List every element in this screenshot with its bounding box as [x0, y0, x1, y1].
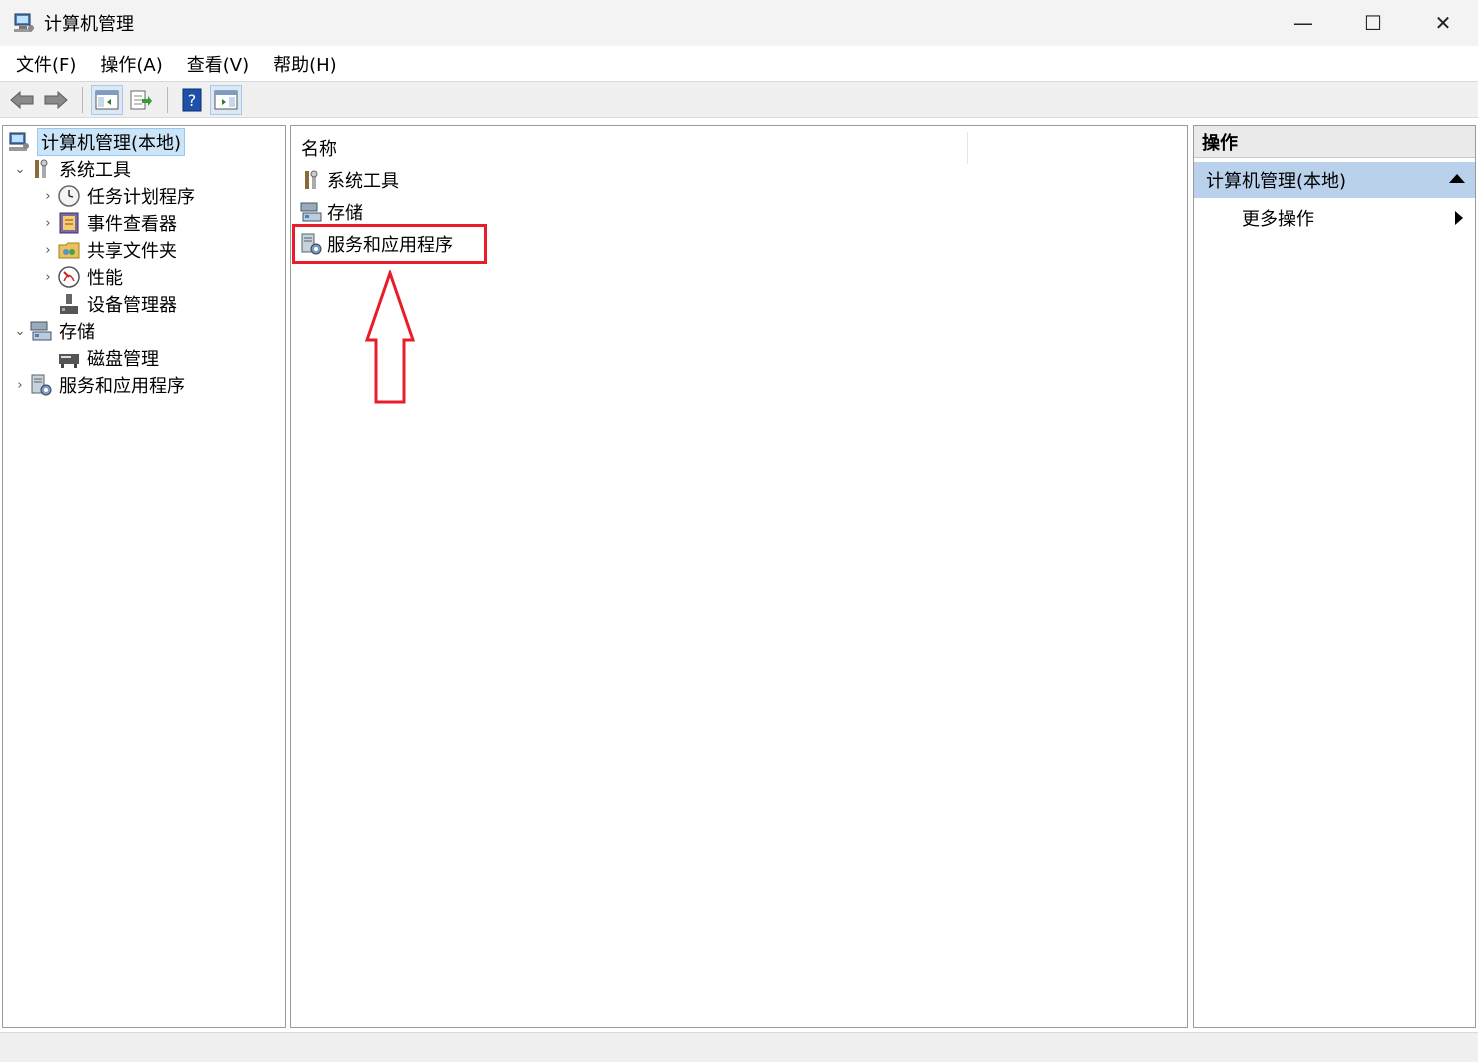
window-title: 计算机管理 [44, 14, 134, 35]
tree-item-computer-management[interactable]: 计算机管理(本地) [7, 128, 186, 156]
menu-action[interactable]: 操作(A) [88, 51, 174, 77]
chevron-down-icon[interactable]: ⌄ [11, 324, 29, 339]
more-actions-item[interactable]: 更多操作 [1194, 202, 1475, 234]
tree-item-label: 设备管理器 [87, 295, 177, 316]
minimize-button[interactable]: — [1268, 0, 1338, 46]
tree-item-label: 系统工具 [59, 160, 131, 181]
annotation-up-arrow-icon [364, 270, 416, 404]
tree-item-task-scheduler[interactable]: › 任务计划程序 [39, 183, 195, 209]
tree-item-disk-management[interactable]: 磁盘管理 [39, 345, 159, 371]
more-actions-label: 更多操作 [1242, 209, 1314, 230]
column-divider[interactable] [967, 132, 968, 164]
storage-icon [30, 321, 52, 341]
show-action-pane-button[interactable] [210, 84, 242, 115]
show-tree-icon [95, 90, 119, 109]
tree-item-label: 计算机管理(本地) [37, 128, 186, 156]
menu-bar: 文件(F) 操作(A) 查看(V) 帮助(H) [0, 46, 1478, 82]
computer-management-icon [9, 132, 29, 151]
tree-item-label: 存储 [59, 322, 95, 343]
collapse-triangle-icon[interactable] [1449, 174, 1465, 183]
tree-item-event-viewer[interactable]: › 事件查看器 [39, 210, 177, 236]
highlight-box [292, 224, 487, 264]
help-icon: ? [182, 88, 202, 111]
help-button[interactable]: ? [176, 85, 208, 115]
chevron-right-icon[interactable]: › [11, 378, 29, 393]
menu-view[interactable]: 查看(V) [175, 51, 261, 77]
tree-item-performance[interactable]: › 性能 [39, 264, 123, 290]
navigation-tree[interactable]: 计算机管理(本地) ⌄ 系统工具 › 任务计划程序 › 事件查看器 › 共享文件… [2, 125, 286, 1028]
action-section-label: 计算机管理(本地) [1206, 171, 1347, 192]
chevron-down-icon[interactable]: ⌄ [11, 162, 29, 177]
list-item-system-tools[interactable]: 系统工具 [299, 165, 399, 195]
storage-icon [300, 202, 322, 222]
tree-item-label: 事件查看器 [87, 214, 177, 235]
show-tree-button[interactable] [91, 84, 123, 115]
tree-item-label: 任务计划程序 [87, 187, 195, 208]
close-button[interactable]: ✕ [1408, 0, 1478, 46]
submenu-arrow-icon [1455, 211, 1463, 225]
forward-button[interactable] [40, 85, 72, 115]
export-list-icon [130, 90, 152, 109]
back-arrow-icon [10, 90, 34, 109]
device-manager-icon [60, 294, 78, 314]
shared-folder-icon [58, 242, 80, 259]
toolbar-separator [167, 86, 168, 113]
tree-item-system-tools[interactable]: ⌄ 系统工具 [11, 156, 131, 182]
show-action-pane-icon [214, 90, 238, 109]
tree-item-services-applications[interactable]: › 服务和应用程序 [11, 372, 185, 398]
chevron-right-icon[interactable]: › [39, 189, 57, 204]
chevron-right-icon[interactable]: › [39, 216, 57, 231]
list-item-label: 存储 [327, 203, 363, 224]
tree-item-device-manager[interactable]: 设备管理器 [39, 291, 177, 317]
menu-file[interactable]: 文件(F) [4, 51, 88, 77]
maximize-button[interactable]: ☐ [1338, 0, 1408, 46]
chevron-right-icon[interactable]: › [39, 243, 57, 258]
computer-management-icon [14, 13, 34, 32]
column-header-name[interactable]: 名称 [301, 134, 337, 162]
tree-item-label: 服务和应用程序 [59, 376, 185, 397]
forward-arrow-icon [44, 90, 68, 109]
services-apps-icon [31, 374, 52, 396]
title-bar: 计算机管理 — ☐ ✕ [0, 0, 1478, 46]
status-bar [0, 1032, 1478, 1062]
event-viewer-icon [59, 212, 79, 234]
tree-item-label: 磁盘管理 [87, 349, 159, 370]
system-tools-icon [305, 170, 318, 189]
window-controls: — ☐ ✕ [1268, 0, 1478, 46]
toolbar-separator [82, 86, 83, 113]
list-item-label: 系统工具 [327, 171, 399, 192]
tree-item-label: 共享文件夹 [87, 241, 177, 262]
export-list-button[interactable] [125, 85, 157, 115]
menu-help[interactable]: 帮助(H) [261, 51, 349, 77]
back-button[interactable] [6, 85, 38, 115]
clock-icon [58, 185, 80, 207]
performance-icon [58, 266, 80, 288]
chevron-right-icon[interactable]: › [39, 270, 57, 285]
svg-text:?: ? [188, 91, 197, 110]
tree-item-label: 性能 [87, 268, 123, 289]
toolbar: ? [0, 82, 1478, 118]
action-section-computer-management[interactable]: 计算机管理(本地) [1194, 162, 1475, 198]
disk-management-icon [59, 354, 79, 368]
action-pane-title: 操作 [1194, 126, 1475, 158]
tree-item-shared-folders[interactable]: › 共享文件夹 [39, 237, 177, 263]
system-tools-icon [35, 159, 48, 178]
list-item-storage[interactable]: 存储 [299, 197, 363, 227]
tree-item-storage[interactable]: ⌄ 存储 [11, 318, 95, 344]
action-pane: 操作 计算机管理(本地) 更多操作 [1193, 125, 1476, 1028]
